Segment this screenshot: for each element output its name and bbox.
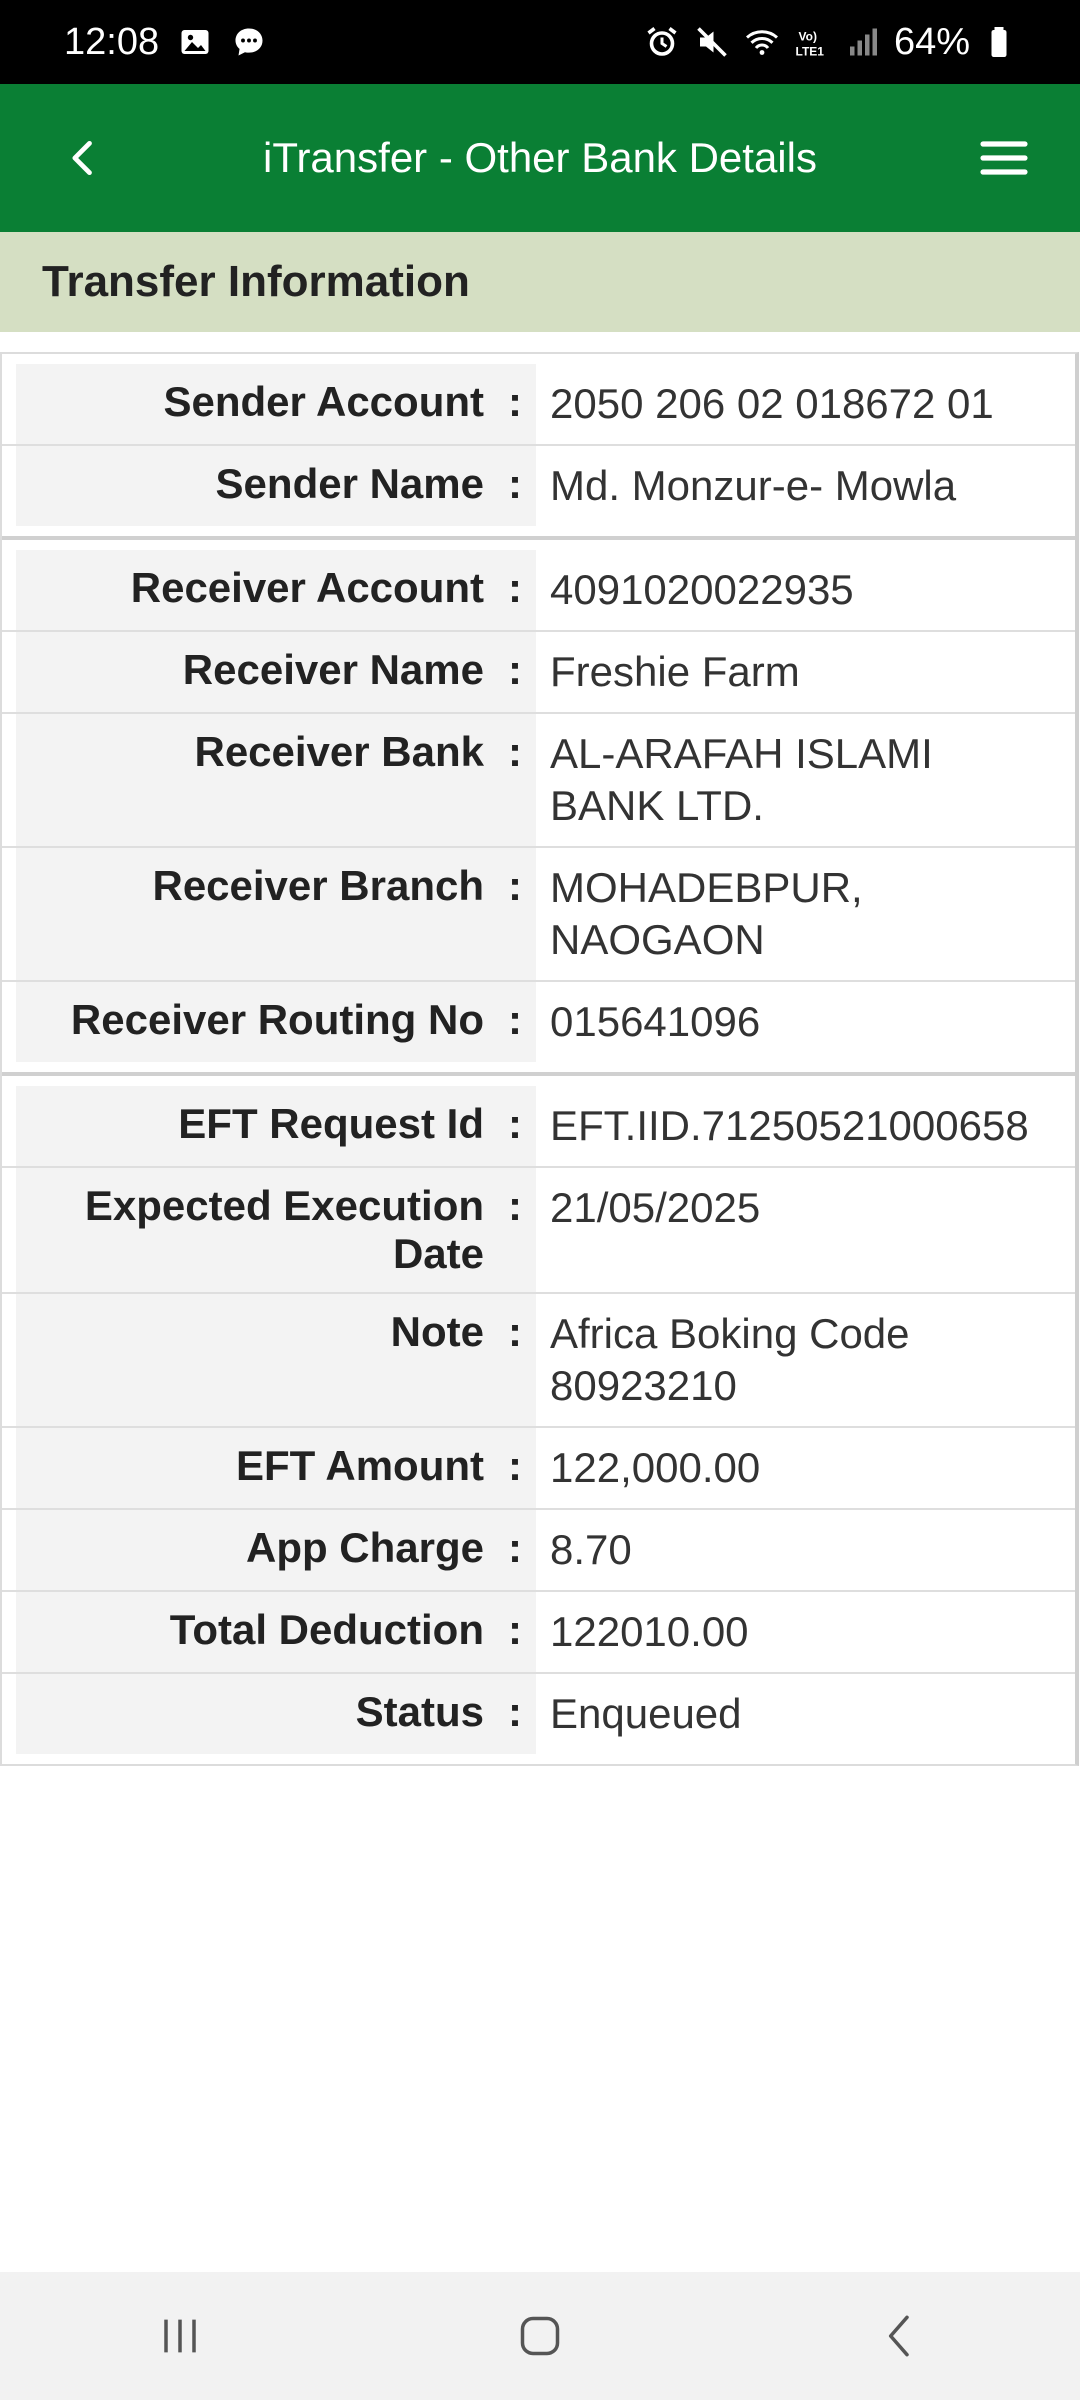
svg-text:Vo): Vo) bbox=[798, 30, 816, 44]
table-row: Receiver Name: Freshie Farm bbox=[2, 632, 1075, 714]
row-separator: : bbox=[508, 646, 522, 693]
row-label: Total Deduction bbox=[169, 1606, 484, 1653]
battery-icon bbox=[984, 24, 1020, 60]
row-separator: : bbox=[508, 862, 522, 909]
svg-text:LTE1: LTE1 bbox=[795, 45, 824, 59]
row-separator: : bbox=[508, 728, 522, 775]
row-label: EFT Amount bbox=[235, 1442, 484, 1489]
table-row: EFT Amount: 122,000.00 bbox=[2, 1428, 1075, 1510]
row-label: Sender Name bbox=[215, 460, 484, 507]
row-label: App Charge bbox=[245, 1524, 484, 1571]
row-value: Md. Monzur-e- Mowla bbox=[550, 462, 957, 509]
row-value: AL-ARAFAH ISLAMI BANK LTD. bbox=[550, 730, 933, 829]
row-separator: : bbox=[508, 996, 522, 1043]
system-nav-bar bbox=[0, 2272, 1080, 2400]
table-row: EFT Request Id: EFT.IID.71250521000658 bbox=[2, 1086, 1075, 1168]
page-title: iTransfer - Other Bank Details bbox=[263, 134, 817, 181]
table-row: Receiver Account: 4091020022935 bbox=[2, 550, 1075, 632]
row-separator: : bbox=[508, 564, 522, 611]
recent-apps-button[interactable] bbox=[120, 2296, 240, 2376]
row-separator: : bbox=[508, 1100, 522, 1147]
table-row: Receiver Branch: MOHADEBPUR, NAOGAON bbox=[2, 848, 1075, 982]
home-button[interactable] bbox=[480, 2296, 600, 2376]
mute-icon bbox=[694, 24, 730, 60]
row-value: 122,000.00 bbox=[550, 1444, 761, 1491]
row-label: Receiver Branch bbox=[152, 862, 484, 909]
status-bar: 12:08 Vo) LTE1 64% bbox=[0, 0, 1080, 84]
system-back-button[interactable] bbox=[840, 2296, 960, 2376]
table-row: Status: Enqueued bbox=[2, 1674, 1075, 1754]
row-label: Receiver Account bbox=[130, 564, 484, 611]
section-title: Transfer Information bbox=[0, 232, 1080, 332]
table-row: App Charge: 8.70 bbox=[2, 1510, 1075, 1592]
table-row: Receiver Routing No: 015641096 bbox=[2, 982, 1075, 1062]
chat-icon bbox=[231, 24, 267, 60]
row-value: Freshie Farm bbox=[550, 648, 800, 695]
transfer-info-table: Sender Account: 2050 206 02 018672 01 Se… bbox=[0, 352, 1079, 1766]
back-icon bbox=[888, 2315, 909, 2357]
eft-group: EFT Request Id: EFT.IID.71250521000658 E… bbox=[2, 1076, 1075, 1764]
chevron-left-icon bbox=[72, 140, 92, 176]
menu-button[interactable] bbox=[968, 122, 1040, 194]
row-value: EFT.IID.71250521000658 bbox=[550, 1102, 1029, 1149]
row-label: Note bbox=[390, 1308, 484, 1355]
row-separator: : bbox=[508, 378, 522, 425]
row-value: MOHADEBPUR, NAOGAON bbox=[550, 864, 863, 963]
sender-group: Sender Account: 2050 206 02 018672 01 Se… bbox=[2, 354, 1075, 540]
row-label: Receiver Name bbox=[182, 646, 484, 693]
row-separator: : bbox=[508, 1308, 522, 1355]
status-time: 12:08 bbox=[64, 20, 160, 63]
row-separator: : bbox=[508, 1182, 522, 1229]
row-value: 8.70 bbox=[550, 1526, 632, 1573]
row-label: Status bbox=[355, 1688, 484, 1735]
row-separator: : bbox=[508, 1442, 522, 1489]
row-value: Enqueued bbox=[550, 1690, 742, 1737]
back-button[interactable] bbox=[48, 122, 120, 194]
table-row: Note: Africa Boking Code 80923210 bbox=[2, 1294, 1075, 1428]
row-separator: : bbox=[508, 460, 522, 507]
row-label: Expected Execution Date bbox=[84, 1182, 484, 1277]
row-label: EFT Request Id bbox=[178, 1100, 484, 1147]
receiver-group: Receiver Account: 4091020022935 Receiver… bbox=[2, 540, 1075, 1076]
table-row: Total Deduction: 122010.00 bbox=[2, 1592, 1075, 1674]
row-label: Receiver Routing No bbox=[70, 996, 484, 1043]
signal-icon bbox=[844, 24, 880, 60]
app-bar: iTransfer - Other Bank Details bbox=[0, 84, 1080, 232]
recent-apps-icon bbox=[164, 2319, 196, 2353]
row-value: 2050 206 02 018672 01 bbox=[550, 380, 994, 427]
gallery-icon bbox=[177, 24, 213, 60]
row-value: Africa Boking Code 80923210 bbox=[550, 1310, 910, 1409]
table-row: Receiver Bank: AL-ARAFAH ISLAMI BANK LTD… bbox=[2, 714, 1075, 848]
row-value: 4091020022935 bbox=[550, 566, 854, 613]
hamburger-menu-icon bbox=[980, 141, 1028, 175]
alarm-icon bbox=[644, 24, 680, 60]
table-row: Sender Name: Md. Monzur-e- Mowla bbox=[2, 446, 1075, 526]
row-value: 015641096 bbox=[550, 998, 761, 1045]
table-row: Sender Account: 2050 206 02 018672 01 bbox=[2, 364, 1075, 446]
volte-icon: Vo) LTE1 bbox=[794, 24, 830, 60]
battery-percent: 64% bbox=[893, 20, 970, 63]
wifi-icon bbox=[744, 24, 780, 60]
table-row: Expected Execution Date: 21/05/2025 bbox=[2, 1168, 1075, 1294]
row-separator: : bbox=[508, 1524, 522, 1571]
row-label: Sender Account bbox=[163, 378, 485, 425]
row-label: Receiver Bank bbox=[194, 728, 484, 775]
row-separator: : bbox=[508, 1606, 522, 1653]
row-value: 122010.00 bbox=[550, 1608, 749, 1655]
row-separator: : bbox=[508, 1688, 522, 1735]
row-value: 21/05/2025 bbox=[550, 1184, 761, 1231]
home-icon bbox=[520, 2316, 560, 2356]
